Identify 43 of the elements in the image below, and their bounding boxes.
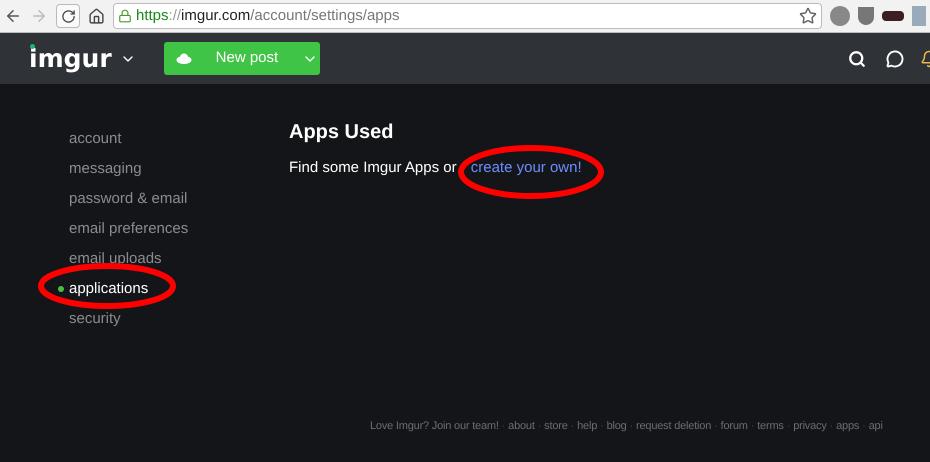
new-post-button[interactable]: New post	[164, 42, 320, 75]
footer-link[interactable]: request deletion	[636, 418, 712, 434]
separator-dot: ·	[502, 419, 506, 434]
address-bar[interactable]: https://imgur.com/account/settings/apps	[113, 3, 822, 29]
footer-link[interactable]: privacy	[793, 418, 827, 434]
separator-dot: ·	[570, 419, 574, 434]
bookmark-star-icon[interactable]	[799, 7, 817, 25]
footer-link[interactable]: api	[868, 418, 883, 434]
footer-link[interactable]: about	[508, 418, 535, 434]
separator-dot: ·	[630, 419, 634, 434]
footer-link[interactable]: forum	[720, 418, 748, 434]
footer-link[interactable]: help	[577, 418, 598, 434]
footer-link[interactable]: blog	[606, 418, 627, 434]
footer-link[interactable]: store	[544, 418, 568, 434]
separator-dot: ·	[714, 419, 718, 434]
footer-link[interactable]: Love Imgur? Join our team!	[370, 418, 499, 434]
cloud-upload-icon	[176, 53, 192, 64]
page-title: Apps Used	[289, 120, 394, 145]
sidebar-item[interactable]: account	[69, 128, 122, 150]
reload-icon	[60, 8, 76, 24]
sidebar-item[interactable]: email preferences	[69, 218, 188, 240]
lock-icon	[118, 9, 132, 23]
footer-link[interactable]: terms	[757, 418, 784, 434]
sidebar-item[interactable]: password & email	[69, 188, 188, 210]
home-icon[interactable]	[88, 8, 105, 24]
separator-dot: ·	[600, 419, 604, 434]
back-icon[interactable]	[4, 7, 22, 25]
chat-bubble-icon[interactable]	[886, 50, 904, 68]
separator-dot: ·	[830, 419, 834, 434]
separator-dot: ·	[862, 419, 866, 434]
sidebar-item[interactable]: security	[69, 308, 121, 330]
separator-dot: ·	[786, 419, 790, 434]
shield-extension-icon[interactable]	[858, 7, 874, 25]
sidebar-item[interactable]: email uploads	[69, 248, 162, 270]
apps-text: Find some Imgur Apps or create your own!	[289, 158, 582, 178]
separator-dot: ·	[538, 419, 542, 434]
separator-dot: ·	[750, 419, 754, 434]
sidebar-item[interactable]: messaging	[69, 158, 142, 180]
footer-link[interactable]: apps	[836, 418, 860, 434]
reload-button[interactable]	[56, 4, 80, 28]
imgur-logo[interactable]: imgur	[29, 40, 112, 78]
search-icon[interactable]	[848, 50, 866, 68]
url-text: https://imgur.com/account/settings/apps	[136, 6, 400, 26]
